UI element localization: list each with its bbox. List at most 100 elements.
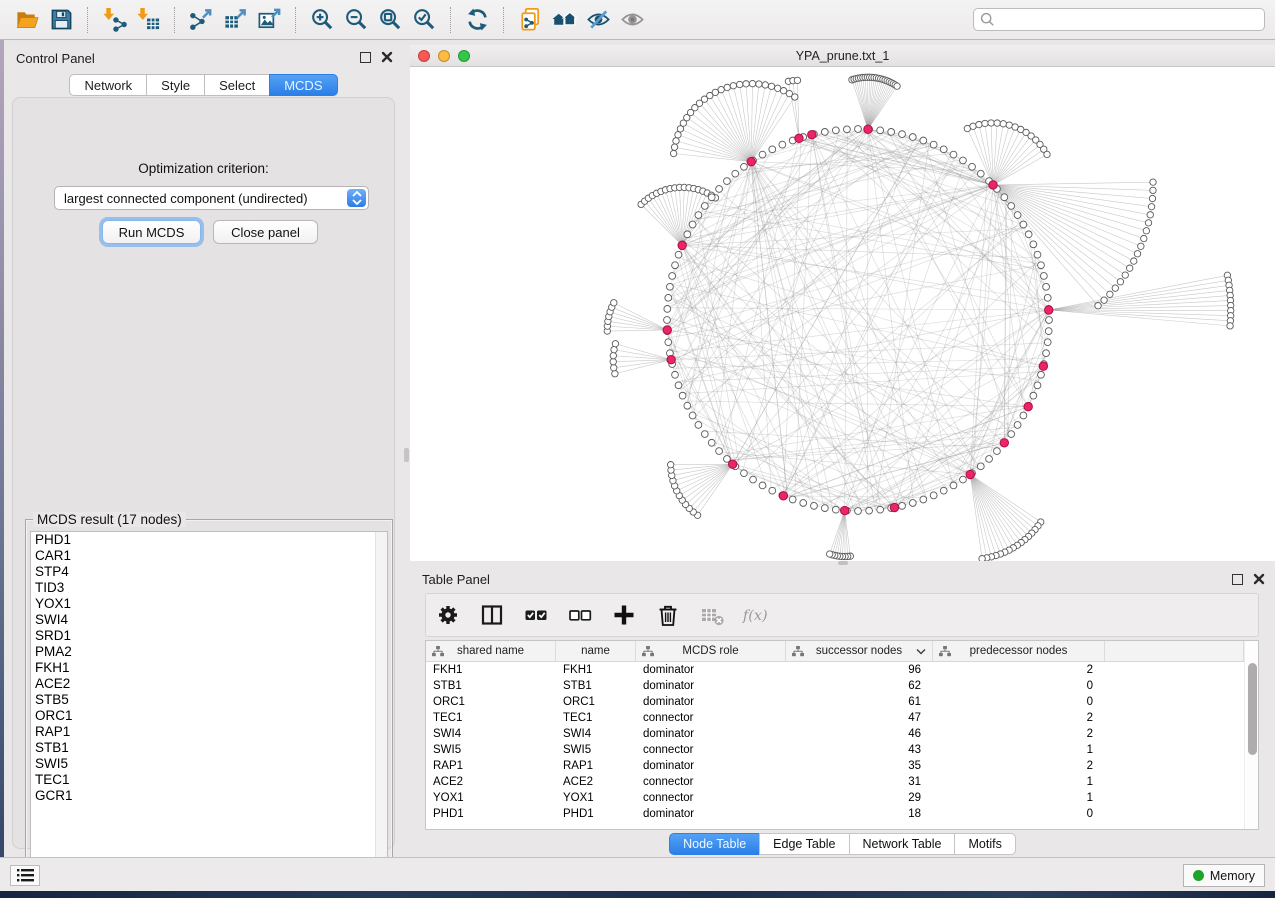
import-table-button[interactable] bbox=[131, 4, 165, 36]
graph-node[interactable] bbox=[909, 134, 916, 141]
dominator-node[interactable] bbox=[747, 157, 755, 165]
graph-node[interactable] bbox=[611, 365, 617, 371]
graph-node[interactable] bbox=[732, 170, 739, 177]
graph-node[interactable] bbox=[982, 120, 988, 126]
graph-node[interactable] bbox=[1008, 203, 1015, 210]
graph-node[interactable] bbox=[610, 359, 616, 365]
tab-network[interactable]: Network bbox=[69, 74, 146, 96]
graph-node[interactable] bbox=[855, 508, 862, 515]
tab-mcds[interactable]: MCDS bbox=[269, 74, 337, 96]
graph-node[interactable] bbox=[759, 151, 766, 158]
network-overview-button[interactable] bbox=[513, 4, 547, 36]
graph-node[interactable] bbox=[708, 194, 715, 201]
graph-node[interactable] bbox=[701, 431, 708, 438]
home-networks-button[interactable] bbox=[547, 4, 581, 36]
graph-node[interactable] bbox=[977, 463, 984, 470]
dominator-node[interactable] bbox=[864, 125, 872, 133]
graph-node[interactable] bbox=[1117, 279, 1123, 285]
close-panel-icon[interactable] bbox=[381, 51, 393, 63]
result-node-item[interactable]: YOX1 bbox=[31, 596, 387, 612]
graph-node[interactable] bbox=[1149, 195, 1155, 201]
graph-node[interactable] bbox=[977, 170, 984, 177]
result-node-item[interactable]: STB5 bbox=[31, 692, 387, 708]
graph-node[interactable] bbox=[789, 496, 796, 503]
table-row[interactable]: SWI4SWI4dominator462 bbox=[426, 726, 1244, 742]
table-row[interactable]: STB1STB1dominator620 bbox=[426, 678, 1244, 694]
table-row[interactable]: YOX1YOX1connector291 bbox=[426, 790, 1244, 806]
result-node-item[interactable]: TEC1 bbox=[31, 772, 387, 788]
mcds-result-scrollbar[interactable] bbox=[375, 532, 387, 884]
graph-node[interactable] bbox=[664, 305, 671, 312]
graph-node[interactable] bbox=[724, 84, 730, 90]
graph-node[interactable] bbox=[1034, 251, 1041, 258]
result-node-item[interactable]: PMA2 bbox=[31, 644, 387, 660]
dominator-node[interactable] bbox=[663, 326, 671, 334]
graph-node[interactable] bbox=[1227, 323, 1233, 329]
graph-node[interactable] bbox=[1147, 212, 1153, 218]
export-table-button[interactable] bbox=[218, 4, 252, 36]
graph-node[interactable] bbox=[741, 163, 748, 170]
tab-network-table[interactable]: Network Table bbox=[849, 833, 955, 855]
graph-node[interactable] bbox=[665, 339, 672, 346]
graph-node[interactable] bbox=[1020, 412, 1027, 419]
table-row[interactable]: ORC1ORC1dominator610 bbox=[426, 694, 1244, 710]
graph-node[interactable] bbox=[1000, 121, 1006, 127]
graph-node[interactable] bbox=[888, 129, 895, 136]
graph-node[interactable] bbox=[684, 231, 691, 238]
graph-node[interactable] bbox=[1001, 194, 1008, 201]
graph-node[interactable] bbox=[743, 81, 749, 87]
column-header-predecessor-nodes[interactable]: predecessor nodes bbox=[933, 641, 1105, 661]
graph-node[interactable] bbox=[1008, 431, 1015, 438]
graph-node[interactable] bbox=[611, 346, 617, 352]
graph-node[interactable] bbox=[1145, 220, 1151, 226]
graph-node[interactable] bbox=[1141, 235, 1147, 241]
zoom-out-button[interactable] bbox=[339, 4, 373, 36]
vertical-splitter[interactable] bbox=[403, 45, 410, 857]
graph-node[interactable] bbox=[667, 283, 674, 290]
graph-node[interactable] bbox=[749, 80, 755, 86]
result-node-item[interactable]: RAP1 bbox=[31, 724, 387, 740]
dominator-node[interactable] bbox=[1045, 306, 1053, 314]
column-settings-button[interactable] bbox=[434, 602, 461, 629]
column-header-name[interactable]: name bbox=[556, 641, 636, 661]
import-network-button[interactable] bbox=[97, 4, 131, 36]
graph-node[interactable] bbox=[1014, 212, 1021, 219]
result-node-item[interactable]: TID3 bbox=[31, 580, 387, 596]
zoom-fit-button[interactable] bbox=[373, 4, 407, 36]
graph-node[interactable] bbox=[877, 506, 884, 513]
graph-node[interactable] bbox=[970, 123, 976, 129]
close-panel-button[interactable]: Close panel bbox=[213, 220, 318, 244]
dominator-node[interactable] bbox=[795, 134, 803, 142]
graph-node[interactable] bbox=[1138, 243, 1144, 249]
save-session-button[interactable] bbox=[44, 4, 78, 36]
table-row[interactable]: ACE2ACE2connector311 bbox=[426, 774, 1244, 790]
graph-node[interactable] bbox=[1044, 151, 1050, 157]
toggle-panel-button[interactable] bbox=[478, 602, 505, 629]
float-panel-icon[interactable] bbox=[360, 52, 371, 63]
table-row[interactable]: RAP1RAP1dominator352 bbox=[426, 758, 1244, 774]
graph-node[interactable] bbox=[1014, 422, 1021, 429]
graph-node[interactable] bbox=[779, 141, 786, 148]
column-header-mcds-role[interactable]: MCDS role bbox=[636, 641, 786, 661]
graph-node[interactable] bbox=[792, 94, 798, 100]
graph-node[interactable] bbox=[695, 212, 702, 219]
scrollbar-thumb[interactable] bbox=[1248, 663, 1257, 755]
graph-node[interactable] bbox=[950, 151, 957, 158]
table-row[interactable]: TEC1TEC1connector472 bbox=[426, 710, 1244, 726]
graph-node[interactable] bbox=[920, 496, 927, 503]
close-panel-icon[interactable] bbox=[1253, 573, 1265, 585]
graph-node[interactable] bbox=[665, 294, 672, 301]
graph-node[interactable] bbox=[811, 502, 818, 509]
table-scrollbar[interactable] bbox=[1244, 641, 1258, 829]
result-node-item[interactable]: SWI4 bbox=[31, 612, 387, 628]
result-node-item[interactable]: SWI5 bbox=[31, 756, 387, 772]
graph-node[interactable] bbox=[774, 85, 780, 91]
graph-node[interactable] bbox=[821, 129, 828, 136]
graph-node[interactable] bbox=[1107, 291, 1113, 297]
graph-node[interactable] bbox=[1045, 328, 1052, 335]
select-all-button[interactable] bbox=[522, 602, 549, 629]
result-node-item[interactable]: CAR1 bbox=[31, 548, 387, 564]
table-row[interactable]: PHD1PHD1dominator180 bbox=[426, 806, 1244, 822]
graph-node[interactable] bbox=[664, 317, 671, 324]
graph-node[interactable] bbox=[940, 487, 947, 494]
